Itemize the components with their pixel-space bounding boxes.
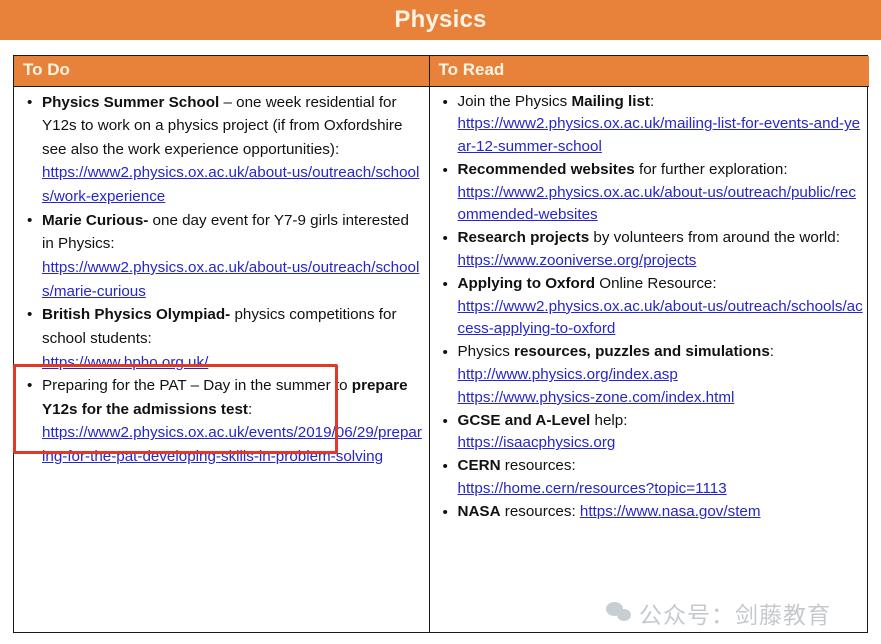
table-header-row: To Do To Read [14, 56, 869, 87]
page-title: Physics [394, 6, 487, 33]
resources-table-container: To Do To Read Physics Summer School – on… [13, 55, 869, 633]
link[interactable]: https://www.nasa.gov/stem [580, 503, 761, 520]
item-mid-bold: Mailing list [571, 92, 650, 110]
item-lead-bold: CERN [457, 457, 501, 475]
list-item-british-physics-olympiad: British Physics Olympiad- physics compet… [20, 303, 423, 374]
list-item: CERN resources: https://home.cern/resour… [436, 455, 864, 501]
item-lead-bold: Physics Summer School [42, 93, 220, 111]
item-lead-bold: Applying to Oxford [457, 274, 596, 292]
item-text-before: Preparing for the PAT – Day in the summe… [42, 377, 352, 395]
item-mid-bold: resources, puzzles and simulations [514, 343, 770, 361]
item-lead-bold: Marie Curious- [42, 211, 149, 229]
item-text-before: Physics [457, 343, 515, 361]
link[interactable]: https://www2.physics.ox.ac.uk/about-us/o… [458, 296, 864, 342]
column-header-to-do: To Do [14, 56, 430, 87]
list-item: GCSE and A-Level help: https://isaacphys… [436, 410, 864, 456]
column-header-to-read: To Read [429, 56, 869, 87]
list-item: Physics Summer School – one week residen… [20, 91, 423, 209]
item-text: help: [590, 411, 628, 429]
item-text-before: Join the Physics [457, 92, 572, 110]
to-do-list: Physics Summer School – one week residen… [20, 91, 423, 469]
list-item: Join the Physics Mailing list: https://w… [436, 91, 864, 159]
list-item: Applying to Oxford Online Resource: http… [436, 273, 864, 341]
item-text: resources: [500, 502, 580, 520]
item-text-after: : [649, 92, 655, 110]
item-text: by volunteers from around the world: [589, 229, 840, 247]
link[interactable]: https://www.zooniverse.org/projects [458, 250, 864, 273]
list-item: Preparing for the PAT – Day in the summe… [20, 374, 423, 469]
link[interactable]: https://www2.physics.ox.ac.uk/about-us/o… [458, 182, 864, 228]
link[interactable]: https://www2.physics.ox.ac.uk/about-us/o… [42, 161, 423, 208]
link[interactable]: https://isaacphysics.org [458, 432, 864, 455]
list-item: Recommended websites for further explora… [436, 159, 864, 227]
item-lead-bold: GCSE and A-Level [457, 411, 591, 429]
item-lead-bold: Research projects [457, 229, 590, 247]
link[interactable]: https://home.cern/resources?topic=1113 [458, 478, 864, 501]
to-read-list: Join the Physics Mailing list: https://w… [436, 91, 864, 525]
item-lead-bold: Recommended websites [457, 160, 635, 178]
item-lead-bold: NASA [457, 502, 501, 520]
item-text: Online Resource: [595, 274, 717, 292]
list-item: NASA resources: https://www.nasa.gov/ste… [436, 501, 864, 524]
item-lead-bold: British Physics Olympiad- [42, 306, 231, 324]
link[interactable]: https://www2.physics.ox.ac.uk/about-us/o… [42, 256, 423, 303]
item-text-after: : [769, 343, 775, 361]
link[interactable]: https://www2.physics.ox.ac.uk/events/201… [42, 421, 423, 468]
to-do-cell: Physics Summer School – one week residen… [14, 86, 430, 632]
link[interactable]: https://www2.physics.ox.ac.uk/mailing-li… [458, 113, 864, 159]
list-item: Marie Curious- one day event for Y7-9 gi… [20, 209, 423, 304]
to-read-cell: Join the Physics Mailing list: https://w… [429, 86, 869, 632]
link[interactable]: http://www.physics.org/index.asp [458, 364, 864, 387]
list-item: Physics resources, puzzles and simulatio… [436, 341, 864, 409]
resources-table: To Do To Read Physics Summer School – on… [14, 56, 869, 632]
list-item: Research projects by volunteers from aro… [436, 227, 864, 273]
item-text: for further exploration: [634, 160, 788, 178]
table-body-row: Physics Summer School – one week residen… [14, 86, 869, 632]
link[interactable]: https://www.bpho.org.uk/ [42, 351, 423, 375]
item-text: resources: [500, 457, 576, 475]
link[interactable]: https://www.physics-zone.com/index.html [458, 387, 864, 410]
page-title-banner: Physics [0, 0, 881, 40]
item-text-after: : [247, 400, 253, 418]
